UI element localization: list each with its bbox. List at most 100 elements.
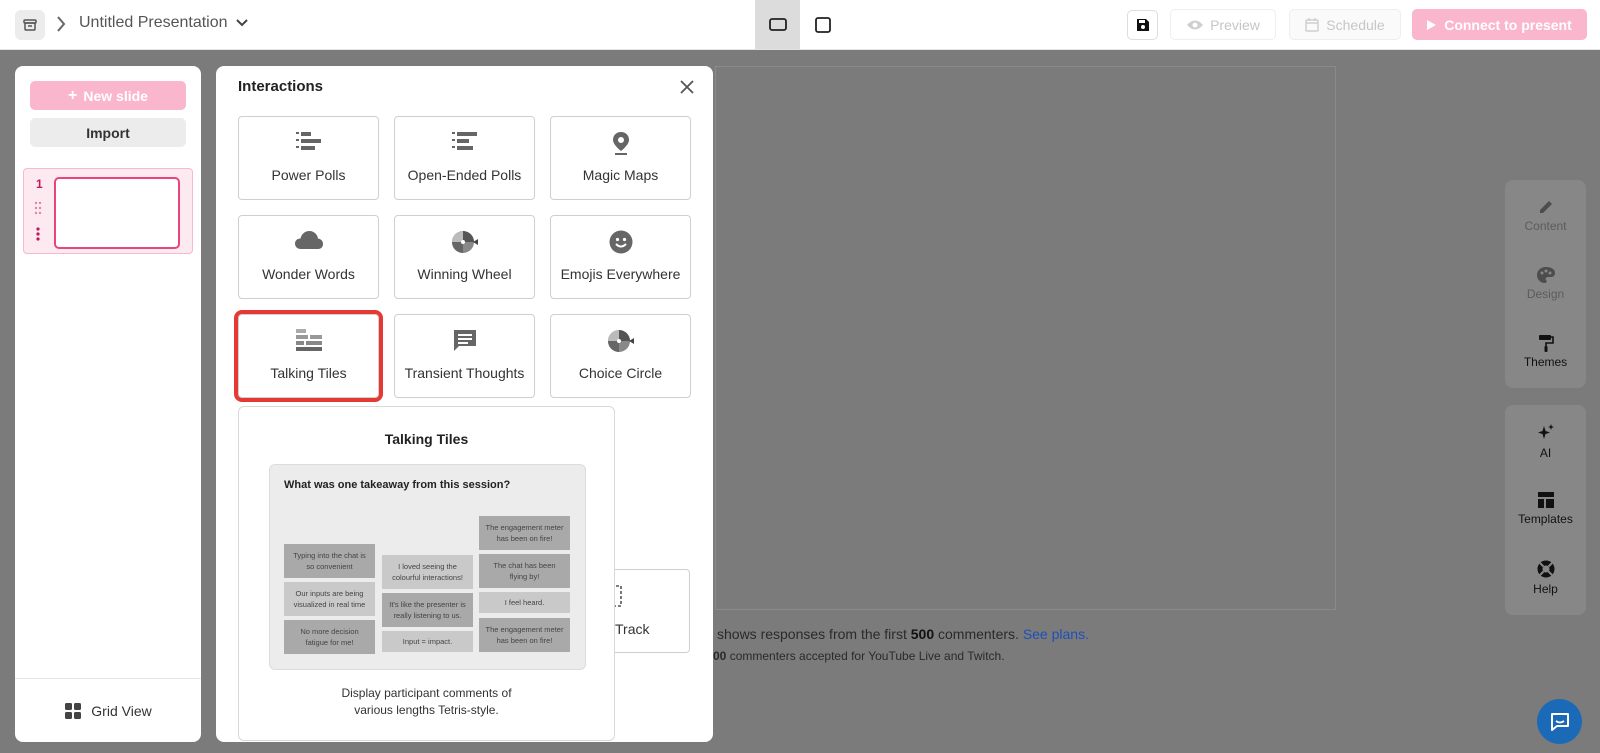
- chat-lines-icon: [453, 330, 476, 351]
- square-ratio-button[interactable]: [800, 0, 845, 49]
- preview-tile: It's like the presenter is really listen…: [382, 593, 473, 627]
- more-vertical-icon[interactable]: [36, 227, 40, 241]
- tile-power-polls[interactable]: Power Polls: [238, 116, 379, 200]
- paint-roller-icon: [1538, 335, 1554, 352]
- modal-title: Interactions: [238, 78, 324, 95]
- slide-list-item[interactable]: 1: [23, 168, 193, 254]
- see-plans-link[interactable]: See plans.: [1023, 626, 1089, 642]
- tile-wonder-words[interactable]: Wonder Words: [238, 215, 379, 299]
- preview-question: What was one takeaway from this session?: [284, 479, 511, 491]
- ai-tab[interactable]: AI: [1505, 423, 1586, 460]
- preview-tile: Input = impact.: [382, 631, 473, 652]
- editor-rail: Content Design Themes: [1505, 180, 1586, 388]
- templates-icon: [1537, 492, 1554, 508]
- limit-prefix: shows responses from the first: [717, 626, 907, 642]
- sparkles-icon: [1537, 424, 1554, 439]
- tiles-icon: [295, 329, 322, 351]
- preview-tile: The engagement meter has been on fire!: [479, 618, 570, 652]
- help-label: Help: [1533, 582, 1558, 596]
- chevron-down-icon: [235, 19, 248, 27]
- square-icon: [814, 16, 831, 33]
- tile-magic-maps[interactable]: Magic Maps: [550, 116, 691, 200]
- limit-suffix: commenters.: [938, 626, 1019, 642]
- tile-label: Wonder Words: [262, 266, 355, 282]
- support-chat-button[interactable]: [1537, 699, 1582, 744]
- plus-icon: +: [68, 86, 78, 104]
- presentation-title[interactable]: Untitled Presentation: [79, 14, 248, 32]
- preview-tile: I feel heard.: [479, 592, 570, 613]
- themes-label: Themes: [1523, 355, 1568, 369]
- grid-view-label: Grid View: [91, 702, 152, 719]
- save-icon: [1136, 19, 1149, 31]
- tile-choice-circle[interactable]: Choice Circle: [550, 314, 691, 398]
- response-limit-note: shows responses from the first 500 comme…: [717, 626, 1089, 642]
- preview-button[interactable]: Preview: [1170, 9, 1276, 40]
- wheel-icon: [451, 231, 478, 253]
- preview-tile: Our inputs are being visualized in real …: [284, 582, 375, 616]
- design-tab[interactable]: Design: [1505, 266, 1586, 301]
- tile-label: Magic Maps: [582, 167, 659, 183]
- connect-to-present-label: Connect to present: [1444, 16, 1572, 33]
- presentation-title-text: Untitled Presentation: [79, 14, 228, 31]
- pencil-icon: [1539, 201, 1552, 213]
- schedule-button[interactable]: Schedule: [1289, 9, 1401, 40]
- tooltip-description-line: Display participant comments of: [341, 686, 512, 700]
- templates-label: Templates: [1518, 512, 1573, 526]
- tile-track[interactable]: Track: [600, 569, 690, 653]
- design-label: Design: [1526, 287, 1565, 301]
- bar-list-icon: [295, 132, 321, 150]
- landscape-ratio-button[interactable]: [755, 0, 800, 49]
- help-tab[interactable]: Help: [1505, 559, 1586, 596]
- new-slide-button[interactable]: + New slide: [30, 81, 186, 110]
- preview-tile: No more decision fatigue for me!: [284, 620, 375, 654]
- map-pin-icon: [612, 132, 629, 155]
- aspect-ratio-toggle: [755, 0, 845, 49]
- eye-icon: [1187, 20, 1204, 29]
- drag-handle-icon[interactable]: [34, 201, 42, 215]
- limit-sub-text: commenters accepted for YouTube Live and…: [729, 649, 1005, 663]
- slide-canvas: [715, 66, 1336, 610]
- tile-label: Winning Wheel: [417, 266, 512, 282]
- calendar-icon: [1305, 17, 1320, 32]
- tile-label: Emojis Everywhere: [560, 266, 681, 282]
- import-button[interactable]: Import: [30, 118, 186, 147]
- tile-transient-thoughts[interactable]: Transient Thoughts: [394, 314, 535, 398]
- response-limit-subnote: 00 commenters accepted for YouTube Live …: [713, 649, 1005, 663]
- tooltip-description-line: various lengths Tetris-style.: [354, 703, 499, 717]
- templates-tab[interactable]: Templates: [1505, 491, 1586, 526]
- tile-emojis-everywhere[interactable]: Emojis Everywhere: [550, 215, 691, 299]
- chat-icon: [1550, 712, 1569, 731]
- tile-open-ended-polls[interactable]: Open-Ended Polls: [394, 116, 535, 200]
- ai-label: AI: [1539, 446, 1552, 460]
- connect-to-present-button[interactable]: Connect to present: [1412, 9, 1587, 40]
- play-icon: [1427, 19, 1437, 30]
- tooltip-description: Display participant comments of various …: [239, 685, 614, 719]
- tile-talking-tiles[interactable]: Talking Tiles: [234, 310, 383, 402]
- slides-panel: + New slide Import 1 Grid View: [15, 66, 201, 742]
- wheel-icon: [607, 330, 634, 352]
- preview-card: What was one takeaway from this session?…: [269, 464, 586, 670]
- themes-tab[interactable]: Themes: [1505, 334, 1586, 369]
- tile-label: Power Polls: [271, 167, 346, 183]
- lifebuoy-icon: [1537, 560, 1554, 578]
- slide-number: 1: [36, 177, 43, 191]
- slide-thumbnail[interactable]: [54, 177, 180, 249]
- tile-winning-wheel[interactable]: Winning Wheel: [394, 215, 535, 299]
- limit-sub-count: 00: [713, 649, 727, 663]
- home-button[interactable]: [15, 10, 45, 40]
- talking-tiles-preview-tooltip: Talking Tiles What was one takeaway from…: [238, 406, 615, 741]
- new-slide-label: New slide: [83, 87, 148, 104]
- save-button[interactable]: [1127, 10, 1158, 40]
- tile-label: Track: [615, 621, 650, 637]
- content-tab[interactable]: Content: [1505, 198, 1586, 233]
- tile-label: Choice Circle: [578, 365, 663, 381]
- close-icon[interactable]: [680, 80, 694, 94]
- content-label: Content: [1524, 219, 1567, 233]
- preview-tile: Typing into the chat is so convenient: [284, 544, 375, 578]
- schedule-label: Schedule: [1326, 16, 1385, 33]
- rectangle-landscape-icon: [768, 18, 787, 31]
- archive-icon: [23, 19, 37, 31]
- grid-view-button[interactable]: Grid View: [15, 678, 201, 742]
- cloud-icon: [294, 231, 323, 249]
- preview-tile: I loved seeing the colourful interaction…: [382, 555, 473, 589]
